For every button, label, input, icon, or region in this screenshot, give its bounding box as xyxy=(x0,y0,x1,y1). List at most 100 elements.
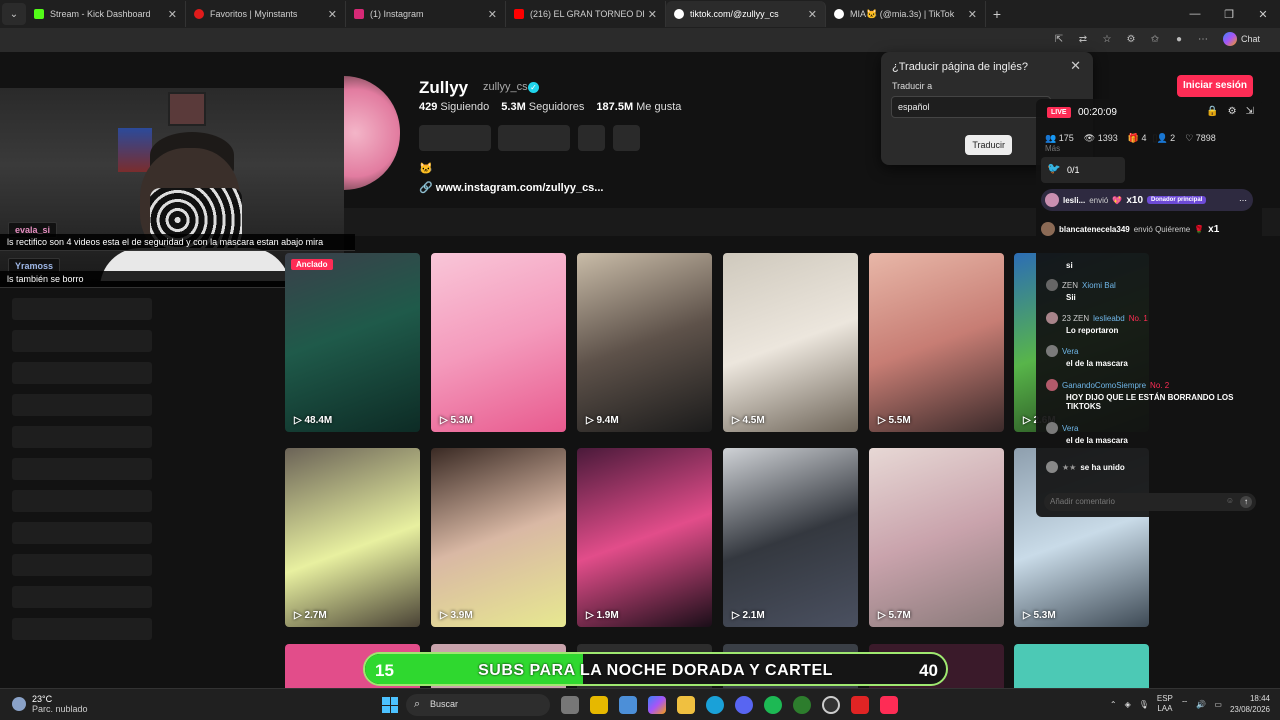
folder-icon[interactable] xyxy=(677,696,695,714)
tab-youtube[interactable]: (216) EL GRAN TORNEO DE FARM ✕ xyxy=(506,1,666,27)
views-count: 48.4M xyxy=(304,415,333,426)
favorites-list-icon[interactable]: ✩ xyxy=(1148,32,1162,46)
wifi-icon[interactable]: ⌔ xyxy=(1181,699,1189,709)
gift-user: lesli... xyxy=(1063,195,1086,205)
play-icon: ▷ xyxy=(1023,610,1034,621)
close-tab-icon[interactable]: ✕ xyxy=(968,8,977,21)
copilot-icon[interactable] xyxy=(648,696,666,714)
browser-icon[interactable] xyxy=(706,696,724,714)
video-card[interactable]: Anclado ▷ 48.4M xyxy=(285,253,420,432)
search-icon: ⌕ xyxy=(414,698,421,710)
battery-icon[interactable]: ▭ xyxy=(1214,700,1222,709)
language-indicator[interactable]: ESP LAA xyxy=(1157,694,1173,714)
chat-user[interactable]: GanandoComoSiempre xyxy=(1062,381,1146,390)
chat-user[interactable]: Vera xyxy=(1062,347,1078,356)
video-card[interactable]: ▷ 5.3M xyxy=(431,253,566,432)
more-link[interactable]: Más xyxy=(1045,144,1060,153)
followers-label[interactable]: Seguidores xyxy=(529,101,585,113)
profile-avatar-icon[interactable]: ● xyxy=(1172,32,1186,46)
send-icon[interactable]: ↑ xyxy=(1240,496,1252,508)
tab-actions-menu[interactable]: ⌄ xyxy=(2,3,26,25)
profile-avatar[interactable] xyxy=(344,76,400,190)
popout-icon[interactable]: ⇲ xyxy=(1246,106,1254,117)
login-button[interactable]: Iniciar sesión xyxy=(1177,75,1253,97)
chat-message: GanandoComoSiempre No. 2 HOY DIJO QUE LE … xyxy=(1046,379,1256,411)
translate-label: Traducir a xyxy=(892,81,933,91)
more-options-icon[interactable]: ⋯ xyxy=(1239,196,1247,205)
close-window-icon[interactable]: ✕ xyxy=(1246,0,1280,28)
video-card[interactable]: ▷ 1.9M xyxy=(577,448,712,627)
follows-stat: 👤 2 xyxy=(1156,133,1176,143)
video-card[interactable]: ▷ 9.4M xyxy=(577,253,712,432)
profile-link[interactable]: 🔗 www.instagram.com/zullyy_cs... xyxy=(419,181,603,194)
mic-icon[interactable]: 🎙 xyxy=(1139,700,1149,709)
file-explorer-icon[interactable] xyxy=(561,696,579,714)
video-card[interactable]: ▷ 4.5M xyxy=(723,253,858,432)
video-views: ▷ 3.9M xyxy=(440,610,473,621)
comment-input[interactable]: Añadir comentario ☺ ↑ xyxy=(1044,493,1256,511)
store-icon[interactable] xyxy=(590,696,608,714)
follow-button-placeholder[interactable] xyxy=(419,125,491,151)
new-tab-button[interactable]: + xyxy=(986,6,1008,22)
close-tab-icon[interactable]: ✕ xyxy=(328,8,337,21)
taskbar-search[interactable]: ⌕ Buscar xyxy=(406,694,550,716)
tab-tiktok-mia[interactable]: MIA🐱 (@mia.3s) | TikTok ✕ xyxy=(826,1,986,27)
video-card[interactable] xyxy=(1014,644,1149,688)
tiktok-app-icon[interactable] xyxy=(880,696,898,714)
network-icon[interactable]: ◈ xyxy=(1125,700,1131,709)
app-red-icon[interactable] xyxy=(851,696,869,714)
settings-icon[interactable]: ⚙ xyxy=(1228,106,1237,117)
close-icon[interactable]: ✕ xyxy=(1070,58,1081,74)
close-tab-icon[interactable]: ✕ xyxy=(808,8,817,21)
weather-widget[interactable]: 23°C Parc. nublado xyxy=(12,694,88,714)
likes-stat: ♡ 7898 xyxy=(1185,133,1216,143)
close-tab-icon[interactable]: ✕ xyxy=(488,8,497,21)
xbox-icon[interactable] xyxy=(793,696,811,714)
suggest-button-placeholder[interactable] xyxy=(578,125,605,151)
windows-start-icon[interactable] xyxy=(382,697,398,713)
tab-instagram[interactable]: (1) Instagram ✕ xyxy=(346,1,506,27)
following-label[interactable]: Siguiendo xyxy=(440,101,489,113)
open-external-icon[interactable]: ⇱ xyxy=(1052,32,1066,46)
video-card[interactable]: ▷ 2.1M xyxy=(723,448,858,627)
chat-user[interactable]: Vera xyxy=(1062,424,1078,433)
obs-icon[interactable] xyxy=(822,696,840,714)
favorite-star-icon[interactable]: ☆ xyxy=(1100,32,1114,46)
lang-code: ESP xyxy=(1156,694,1173,703)
video-card[interactable]: ▷ 5.5M xyxy=(869,253,1004,432)
more-menu-icon[interactable]: ⋯ xyxy=(1196,32,1210,46)
language-select[interactable]: español xyxy=(891,96,1051,118)
tab-kick-dashboard[interactable]: Stream - Kick Dashboard ✕ xyxy=(26,1,186,27)
edge-icon[interactable] xyxy=(619,696,637,714)
tab-tiktok-zullyy[interactable]: tiktok.com/@zullyy_cs ✕ xyxy=(666,1,826,27)
spotify-icon[interactable] xyxy=(764,696,782,714)
translate-icon[interactable]: ⇄ xyxy=(1076,32,1090,46)
maximize-icon[interactable]: ❐ xyxy=(1212,0,1246,28)
play-icon: ▷ xyxy=(1023,415,1034,426)
tab-myinstants[interactable]: Favoritos | Myinstants ✕ xyxy=(186,1,346,27)
share-button-placeholder[interactable] xyxy=(613,125,640,151)
extension-icon[interactable]: ⚙ xyxy=(1124,32,1138,46)
clock[interactable]: 18:44 23/08/2026 xyxy=(1230,693,1270,715)
volume-icon[interactable]: 🔊 xyxy=(1196,700,1206,709)
emoji-icon[interactable]: ☺ xyxy=(1226,496,1234,505)
subs-goal-banner: 15 SUBS PARA LA NOCHE DORADA Y CARTEL 40 xyxy=(363,652,948,686)
gift-action: envió xyxy=(1089,195,1109,205)
close-tab-icon[interactable]: ✕ xyxy=(168,8,177,21)
minimize-icon[interactable]: — xyxy=(1178,0,1212,28)
copilot-chat-button[interactable]: Chat xyxy=(1222,32,1260,46)
message-button-placeholder[interactable] xyxy=(498,125,570,151)
discord-icon[interactable] xyxy=(735,696,753,714)
chat-text: el de la mascara xyxy=(1066,436,1128,445)
translate-button[interactable]: Traducir xyxy=(965,135,1012,155)
chat-user[interactable]: Xiomi Bal xyxy=(1082,281,1116,290)
close-tab-icon[interactable]: ✕ xyxy=(648,8,657,21)
chat-user[interactable]: leslieabd xyxy=(1093,314,1125,323)
chevron-up-icon[interactable]: ⌃ xyxy=(1110,700,1117,709)
video-card[interactable]: ▷ 5.7M xyxy=(869,448,1004,627)
verified-badge-icon: ✓ xyxy=(528,82,539,93)
video-card[interactable]: ▷ 3.9M xyxy=(431,448,566,627)
lock-icon[interactable]: 🔒 xyxy=(1206,106,1218,117)
profile-link-text[interactable]: www.instagram.com/zullyy_cs... xyxy=(436,182,604,194)
video-card[interactable]: ▷ 2.7M xyxy=(285,448,420,627)
